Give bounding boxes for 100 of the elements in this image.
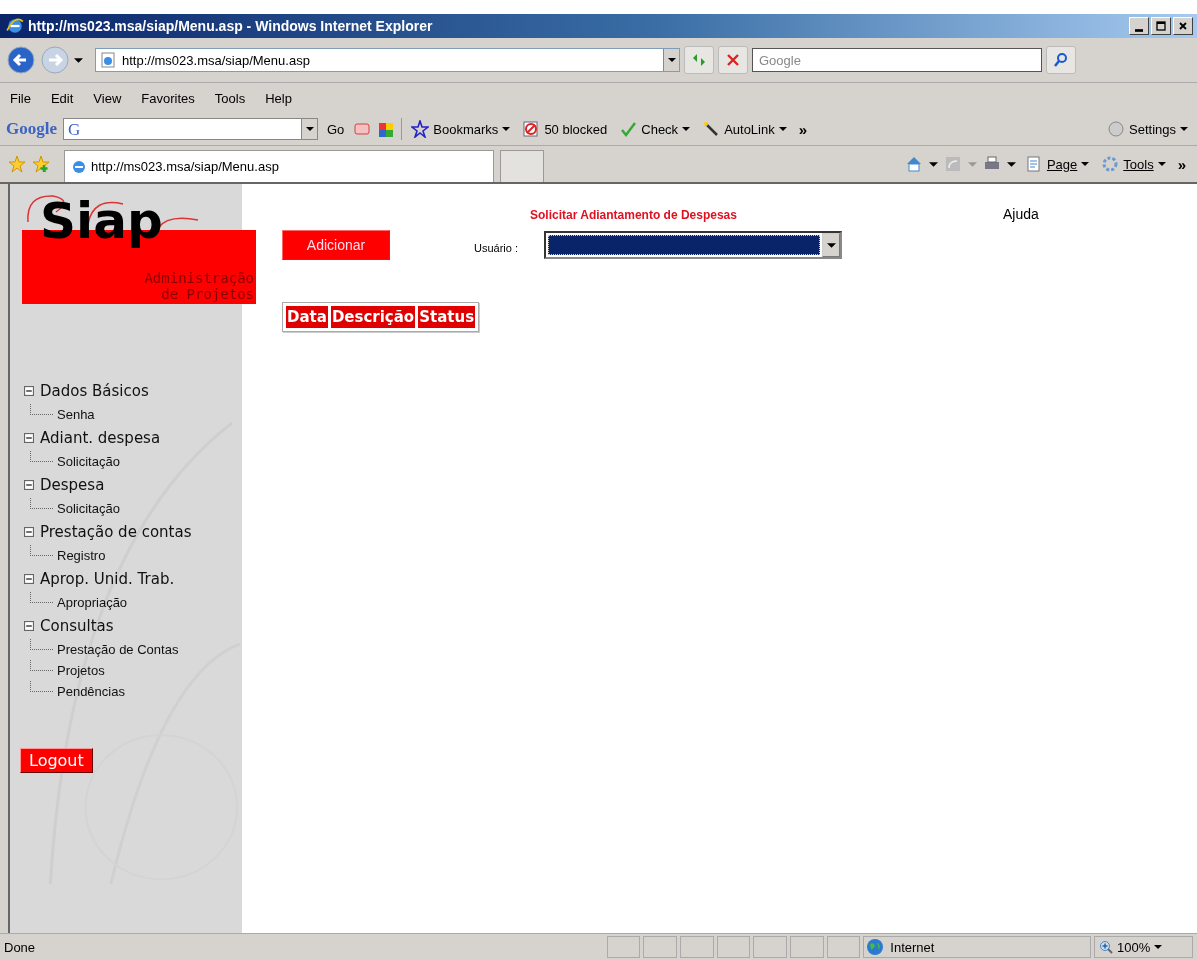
status-pane xyxy=(826,936,861,958)
menu-item[interactable]: Edit xyxy=(50,90,74,106)
caret-icon xyxy=(667,56,676,64)
caret-icon xyxy=(1180,125,1188,133)
bookmarks-button[interactable]: Bookmarks xyxy=(408,120,514,138)
address-field[interactable]: http://ms023.msa/siap/Menu.asp xyxy=(95,48,680,72)
zoom-button[interactable]: 100% xyxy=(1094,936,1194,958)
user-dropdown[interactable] xyxy=(544,231,843,259)
tools-menu-button[interactable]: Tools xyxy=(1098,155,1169,173)
stop-icon xyxy=(725,52,741,68)
browser-logo-icon xyxy=(71,158,87,175)
status-pane xyxy=(606,936,641,958)
menu-item[interactable]: Favorites xyxy=(141,90,195,106)
nav-group[interactable]: Adiant. despesa xyxy=(40,429,161,447)
search-button[interactable] xyxy=(1046,46,1076,74)
page-heading: Solicitar Adiantamento de Despesas xyxy=(530,208,737,222)
logout-button[interactable]: Logout xyxy=(20,748,93,773)
nav-item[interactable]: Solicitação xyxy=(57,501,120,516)
zone-label: Internet xyxy=(890,939,935,955)
caret-icon xyxy=(778,125,787,133)
close-button[interactable] xyxy=(1173,17,1193,35)
go-button[interactable]: Go xyxy=(324,121,348,137)
browser-tab[interactable]: http://ms023.msa/siap/Menu.asp xyxy=(64,150,494,182)
minimize-button[interactable] xyxy=(1129,17,1149,35)
favorites-star-icon[interactable] xyxy=(8,155,26,173)
dropdown-button[interactable] xyxy=(301,119,317,139)
page-icon xyxy=(100,52,116,68)
spell-check-button[interactable]: Check xyxy=(616,120,694,138)
collapse-icon[interactable] xyxy=(24,621,34,631)
collapse-icon[interactable] xyxy=(24,480,34,490)
refresh-icon xyxy=(691,52,707,68)
nav-group[interactable]: Prestação de contas xyxy=(40,523,192,541)
caret-icon xyxy=(682,125,691,133)
maximize-icon xyxy=(1156,21,1166,31)
g-logo: G xyxy=(67,120,82,138)
browser-logo-icon xyxy=(6,17,24,35)
stop-button[interactable] xyxy=(718,46,748,74)
refresh-button[interactable] xyxy=(684,46,714,74)
dropdown-button[interactable] xyxy=(663,49,679,71)
collapse-icon[interactable] xyxy=(24,386,34,396)
menu-item[interactable]: Help xyxy=(265,90,292,106)
caret-icon xyxy=(1154,943,1163,951)
caret-icon[interactable] xyxy=(928,159,938,169)
gear-icon xyxy=(1101,155,1120,173)
caret-icon xyxy=(1157,160,1166,168)
help-link[interactable]: Ajuda xyxy=(1002,206,1039,222)
back-icon[interactable] xyxy=(6,45,36,75)
menu-item[interactable]: View xyxy=(93,90,122,106)
minimize-icon xyxy=(1135,28,1143,32)
dropdown-button[interactable] xyxy=(822,233,841,257)
column-header: Data xyxy=(286,306,328,328)
status-pane xyxy=(643,936,677,958)
menu-item[interactable]: File xyxy=(10,90,31,106)
puzzle-icon[interactable] xyxy=(377,120,396,138)
nav-item[interactable]: Projetos xyxy=(57,663,105,678)
user-label: Usuário : xyxy=(474,242,519,254)
checkmark-icon xyxy=(619,120,638,138)
status-pane xyxy=(753,936,787,958)
caret-icon xyxy=(502,125,511,133)
caret-icon xyxy=(1081,160,1090,168)
collapse-icon[interactable] xyxy=(24,527,34,537)
globe-icon xyxy=(866,938,885,956)
nav-item[interactable]: Registro xyxy=(57,548,106,563)
caret-icon[interactable] xyxy=(1006,159,1016,169)
maximize-button[interactable] xyxy=(1151,17,1171,35)
nav-item[interactable]: Apropriação xyxy=(57,595,128,610)
caret-icon xyxy=(305,125,314,133)
window-title: http://ms023.msa/siap/Menu.asp - Windows Internet Explorer xyxy=(28,18,433,34)
settings-button[interactable]: Settings xyxy=(1104,120,1191,138)
google-logo: Google xyxy=(6,119,57,139)
nav-item[interactable]: Solicitação xyxy=(57,454,120,469)
collapse-icon[interactable] xyxy=(24,433,34,443)
nav-group[interactable]: Consultas xyxy=(40,617,114,635)
column-header: Descrição xyxy=(330,306,416,328)
more-commands-button[interactable]: » xyxy=(1174,155,1189,173)
nav-item[interactable]: Senha xyxy=(57,407,95,422)
toolbar-search-field[interactable]: G xyxy=(63,118,318,140)
autolink-button[interactable]: AutoLink xyxy=(699,120,790,138)
circle-icon xyxy=(1107,120,1125,138)
search-field[interactable]: Google xyxy=(752,48,1042,72)
nav-item[interactable]: Pendências xyxy=(57,684,125,699)
menu-item[interactable]: Tools xyxy=(214,90,246,106)
nav-group[interactable]: Dados Básicos xyxy=(40,382,149,400)
caret-icon[interactable] xyxy=(74,55,83,65)
status-pane xyxy=(680,936,714,958)
popup-blocker-button[interactable]: 50 blocked xyxy=(519,120,611,138)
status-pane xyxy=(790,936,824,958)
nav-group[interactable]: Despesa xyxy=(40,476,105,494)
collapse-icon[interactable] xyxy=(24,574,34,584)
zoom-icon xyxy=(1099,940,1113,954)
page-menu-button[interactable]: Page xyxy=(1021,155,1093,173)
star-icon xyxy=(411,120,430,138)
more-tools-button[interactable]: » xyxy=(795,120,811,138)
status-pane xyxy=(716,936,751,958)
close-icon xyxy=(1178,21,1188,31)
caret-icon xyxy=(826,240,836,250)
column-header: Status xyxy=(418,306,476,328)
nav-item[interactable]: Prestação de Contas xyxy=(57,642,179,657)
nav-group[interactable]: Aprop. Unid. Trab. xyxy=(40,570,175,588)
status-text: Done xyxy=(4,939,37,955)
